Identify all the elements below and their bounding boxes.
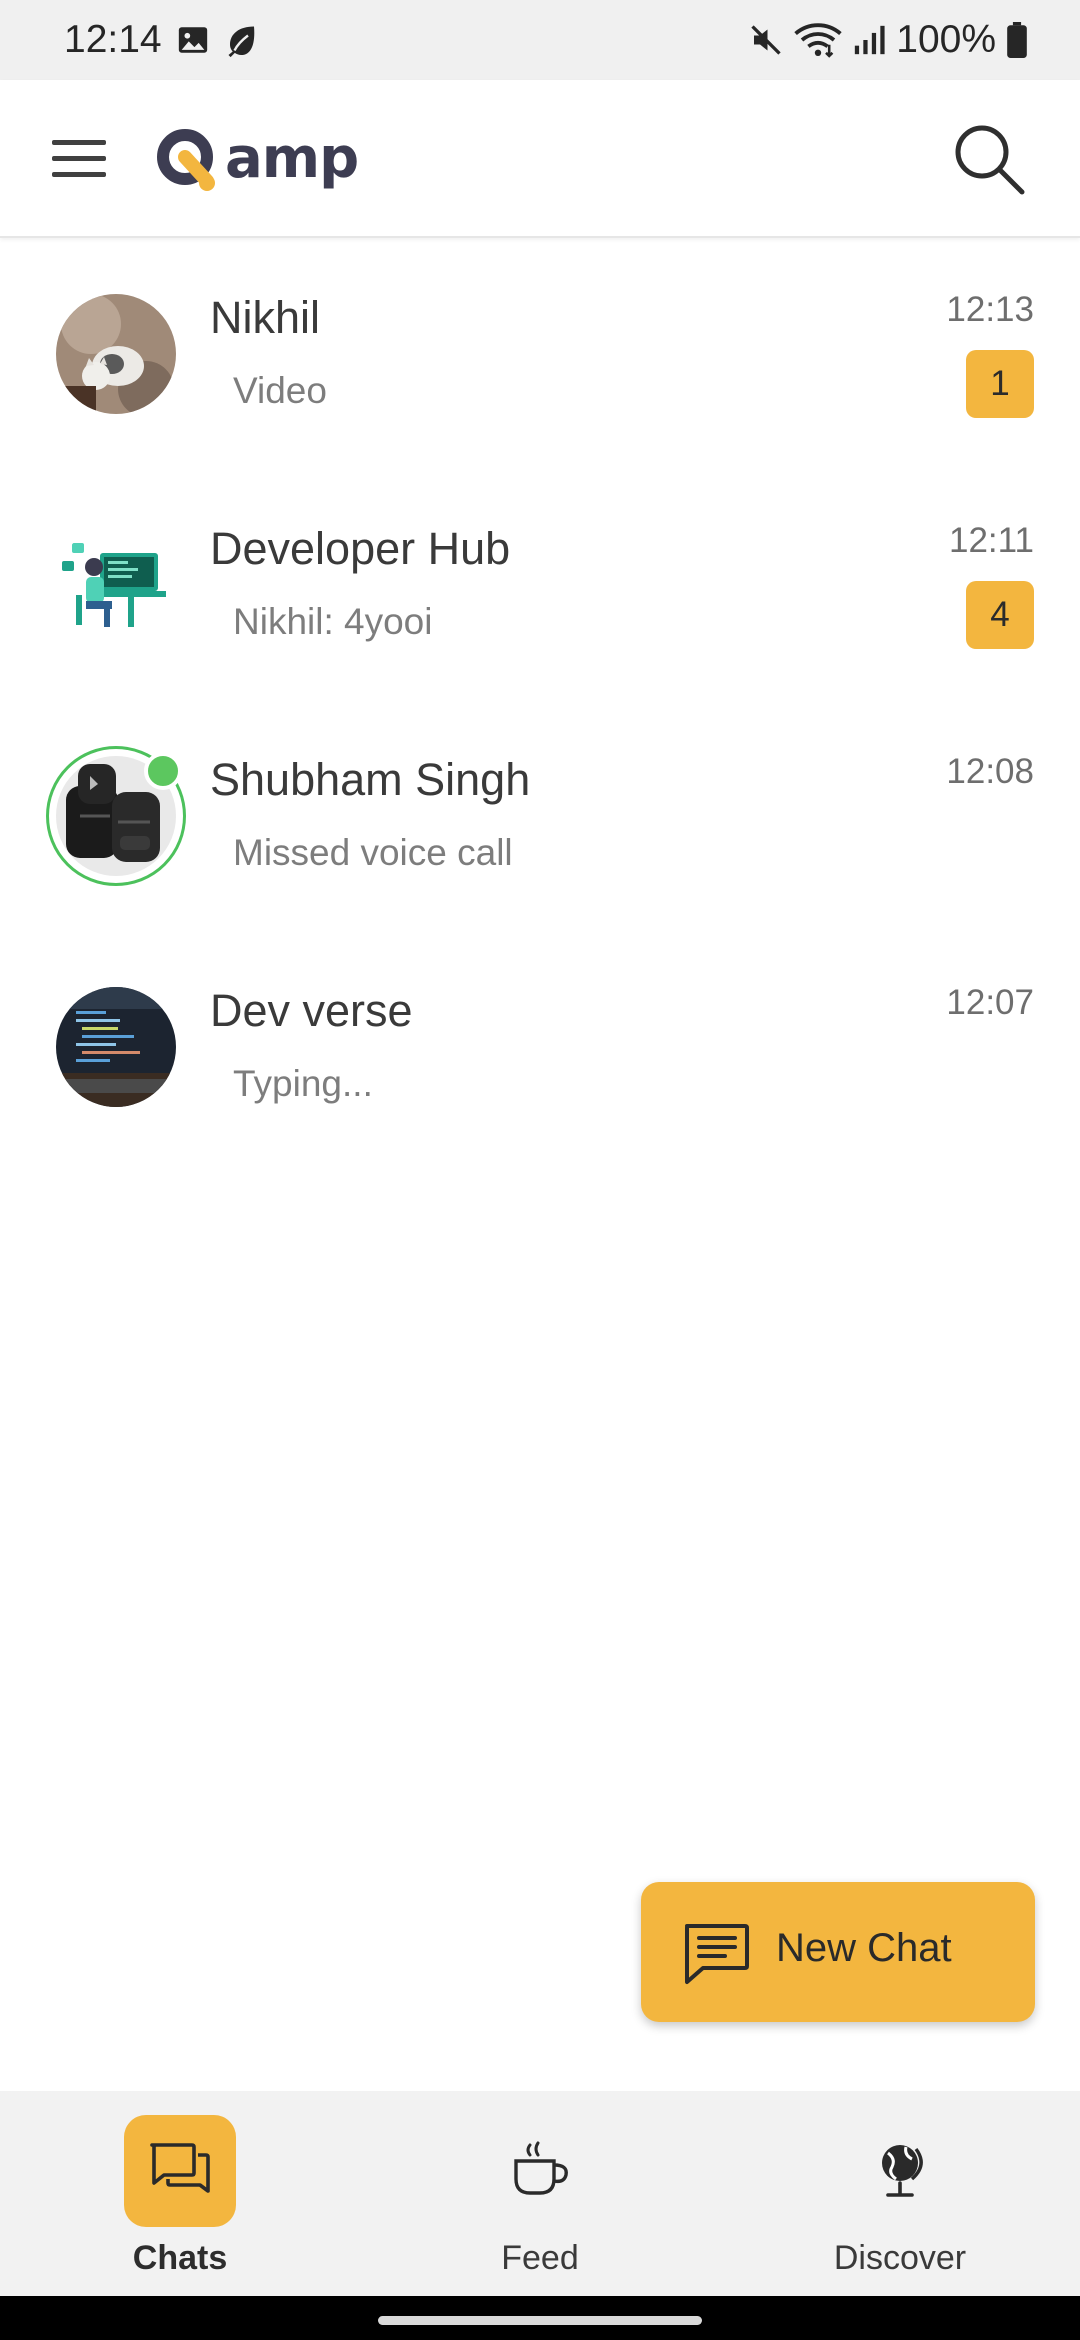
chat-preview: Nikhil: 4yooi [233, 601, 433, 642]
wifi-icon [794, 22, 842, 58]
nav-label-feed: Feed [501, 2239, 579, 2277]
chat-item-shubham-singh[interactable]: Shubham Singh Missed voice call 12:08 [0, 702, 1080, 933]
mute-icon [748, 22, 784, 58]
logo-q-mark [155, 125, 223, 193]
chat-preview: Video [233, 370, 327, 411]
nav-item-discover[interactable]: Discover [750, 2091, 1050, 2296]
chat-name: Shubham Singh [210, 754, 531, 805]
avatar[interactable] [56, 294, 176, 414]
battery-text: 100% [896, 18, 996, 61]
home-gesture-bar[interactable] [378, 2316, 702, 2325]
app-logo: amp [155, 124, 359, 194]
chat-name: Dev verse [210, 985, 413, 1036]
signal-icon [852, 23, 886, 57]
nav-label-chats: Chats [132, 2239, 228, 2277]
status-time: 12:14 [64, 18, 162, 61]
chat-time: 12:07 [946, 983, 1034, 1022]
chat-item-dev-verse[interactable]: Dev verse Typing... 12:07 [0, 933, 1080, 1164]
app-screen: 12:14 100% amp Nikhil Video 12:13 1 Deve… [0, 0, 1080, 2340]
status-left: 12:14 [64, 18, 260, 62]
nav-icon-feed-bg [484, 2115, 596, 2227]
hamburger-menu-icon[interactable] [50, 138, 108, 180]
avatar[interactable] [56, 987, 176, 1107]
chat-preview: Missed voice call [233, 832, 513, 873]
online-indicator [144, 752, 182, 790]
chat-item-nikhil[interactable]: Nikhil Video 12:13 1 [0, 240, 1080, 471]
nav-icon-discover-bg [844, 2115, 956, 2227]
chat-list: Nikhil Video 12:13 1 Developer Hub Nikhi… [0, 240, 1080, 1164]
unread-badge: 4 [966, 581, 1034, 649]
nav-icon-chats-bg [124, 2115, 236, 2227]
status-right: 100% [748, 18, 1028, 62]
status-bar: 12:14 100% [0, 0, 1080, 80]
avatar[interactable] [56, 525, 176, 645]
chat-time: 12:08 [946, 752, 1034, 791]
chat-name: Developer Hub [210, 523, 511, 574]
search-icon[interactable] [952, 122, 1026, 196]
chats-icon [148, 2141, 212, 2202]
battery-icon [1006, 22, 1028, 58]
nav-label-discover: Discover [833, 2239, 967, 2277]
chat-time: 12:13 [946, 290, 1034, 329]
app-bar: amp [0, 80, 1080, 238]
chat-item-developer-hub[interactable]: Developer Hub Nikhil: 4yooi 12:11 4 [0, 471, 1080, 702]
nav-item-feed[interactable]: Feed [390, 2091, 690, 2296]
chat-preview: Typing... [233, 1063, 373, 1104]
new-chat-label: New Chat [776, 1926, 952, 1970]
chat-time: 12:11 [949, 521, 1034, 560]
gesture-area [0, 2296, 1080, 2340]
coffee-cup-icon [510, 2141, 570, 2202]
globe-icon [872, 2139, 928, 2204]
chat-message-icon [681, 1922, 751, 1988]
unread-badge: 1 [966, 350, 1034, 418]
new-chat-button[interactable]: New Chat [641, 1882, 1035, 2022]
bottom-nav: Chats Feed Discover [0, 2091, 1080, 2296]
image-icon [176, 23, 210, 57]
logo-text: amp [225, 126, 359, 191]
leaf-icon [224, 22, 260, 58]
chat-name: Nikhil [210, 292, 321, 343]
nav-item-chats[interactable]: Chats [30, 2091, 330, 2296]
